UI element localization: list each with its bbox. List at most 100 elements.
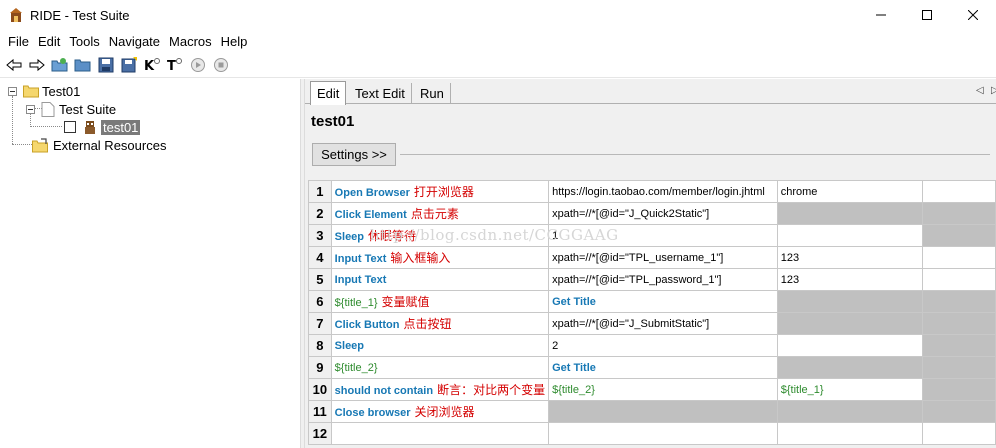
row-number[interactable]: 7 xyxy=(308,312,332,335)
grid-cell-argument[interactable] xyxy=(776,202,923,225)
grid-cell-argument[interactable]: chrome xyxy=(776,180,923,203)
tab-run[interactable]: Run xyxy=(414,83,451,104)
grid-cell-argument[interactable]: 1 xyxy=(548,224,778,247)
cell-text: https://login.taobao.com/member/login.jh… xyxy=(552,185,765,198)
grid-cell-keyword[interactable]: Sleep 休眠等待 xyxy=(330,224,550,247)
cell-text: ${title_2} xyxy=(552,383,595,396)
grid-cell-keyword[interactable]: should not contain 断言：对比两个变量 xyxy=(330,378,550,401)
table-row: 4 Input Text 输入框输入 xpath=//*[@id="TPL_usern… xyxy=(308,246,996,269)
grid-cell-argument[interactable] xyxy=(776,290,923,313)
search-tests-button[interactable]: T xyxy=(163,54,186,76)
cell-text: ${title_1} xyxy=(780,383,824,396)
grid-cell-keyword[interactable]: ${title_1} 变量赋值 xyxy=(330,290,550,313)
row-number[interactable]: 12 xyxy=(308,422,332,445)
grid-cell-argument[interactable] xyxy=(776,312,923,335)
row-number[interactable]: 3 xyxy=(308,224,332,247)
tree-item-suite[interactable]: Test Suite xyxy=(26,100,116,118)
grid-cell-keyword[interactable]: Sleep xyxy=(330,334,550,357)
grid-cell-argument[interactable] xyxy=(921,202,996,225)
tree-label-test: test01 xyxy=(101,119,141,135)
grid-cell-argument[interactable] xyxy=(776,422,923,445)
row-number[interactable]: 1 xyxy=(308,180,332,203)
grid-cell-keyword[interactable]: Click Element 点击元素 xyxy=(330,202,550,225)
row-number[interactable]: 5 xyxy=(308,268,332,291)
row-number[interactable]: 2 xyxy=(308,202,332,225)
back-button[interactable] xyxy=(2,54,25,76)
grid-cell-keyword[interactable]: ${title_2} xyxy=(330,356,550,379)
grid-cell-keyword[interactable] xyxy=(330,422,550,445)
row-number[interactable]: 6 xyxy=(308,290,332,313)
collapse-toggle[interactable] xyxy=(26,104,35,114)
grid-cell-keyword[interactable]: Input Text xyxy=(330,268,550,291)
grid-cell-argument[interactable] xyxy=(776,224,923,247)
search-keywords-button[interactable]: K xyxy=(140,54,163,76)
tab-scroll-left-icon[interactable]: ◁ xyxy=(976,85,984,96)
menu-macros[interactable]: Macros xyxy=(165,34,216,49)
open-directory-button[interactable] xyxy=(71,54,94,76)
grid-cell-argument[interactable] xyxy=(548,400,778,423)
save-button[interactable] xyxy=(94,54,117,76)
cell-text: xpath=//*[@id="J_Quick2Static"] xyxy=(552,207,710,220)
grid-cell-argument[interactable] xyxy=(921,268,996,291)
test-checkbox[interactable] xyxy=(64,121,76,133)
grid-cell-keyword[interactable]: Open Browser 打开浏览器 xyxy=(330,180,550,203)
row-number[interactable]: 10 xyxy=(308,378,332,401)
grid-cell-keyword[interactable]: Close browser 关闭浏览器 xyxy=(330,400,550,423)
grid-cell-argument[interactable]: Get Title xyxy=(548,290,778,313)
collapse-toggle[interactable] xyxy=(8,86,17,96)
grid-cell-keyword[interactable]: Click Button 点击按钮 xyxy=(330,312,550,335)
open-suite-button[interactable] xyxy=(48,54,71,76)
grid-cell-argument[interactable]: 123 xyxy=(776,246,923,269)
tree-item-test[interactable]: test01 xyxy=(64,118,141,136)
grid-cell-argument[interactable] xyxy=(921,290,996,313)
minimize-button[interactable] xyxy=(858,0,904,30)
close-button[interactable] xyxy=(950,0,996,30)
tab-text-edit[interactable]: Text Edit xyxy=(349,83,412,104)
grid-cell-argument[interactable]: ${title_2} xyxy=(548,378,778,401)
grid-cell-argument[interactable] xyxy=(921,312,996,335)
run-button[interactable] xyxy=(186,54,209,76)
stop-button[interactable] xyxy=(209,54,232,76)
tree-item-external-resources[interactable]: External Resources xyxy=(32,136,166,154)
menu-navigate[interactable]: Navigate xyxy=(105,34,164,49)
grid-cell-argument[interactable]: xpath=//*[@id="TPL_password_1"] xyxy=(548,268,778,291)
grid-cell-argument[interactable] xyxy=(921,334,996,357)
grid-cell-argument[interactable] xyxy=(921,224,996,247)
grid-cell-argument[interactable]: Get Title xyxy=(548,356,778,379)
tree-label-external: External Resources xyxy=(53,137,167,153)
grid-cell-argument[interactable]: ${title_1} xyxy=(776,378,923,401)
grid-cell-argument[interactable]: xpath=//*[@id="J_Quick2Static"] xyxy=(548,202,778,225)
grid-cell-argument[interactable]: 2 xyxy=(548,334,778,357)
row-number[interactable]: 9 xyxy=(308,356,332,379)
row-number[interactable]: 8 xyxy=(308,334,332,357)
grid-cell-argument[interactable] xyxy=(548,422,778,445)
menu-tools[interactable]: Tools xyxy=(65,34,103,49)
cell-text: Get Title xyxy=(552,295,596,308)
grid-cell-argument[interactable] xyxy=(921,378,996,401)
grid-cell-argument[interactable] xyxy=(921,400,996,423)
grid-cell-argument[interactable]: 123 xyxy=(776,268,923,291)
menu-edit[interactable]: Edit xyxy=(34,34,64,49)
tab-edit[interactable]: Edit xyxy=(310,81,347,105)
grid-cell-argument[interactable]: https://login.taobao.com/member/login.jh… xyxy=(548,180,778,203)
grid-cell-argument[interactable] xyxy=(921,356,996,379)
tree-item-project[interactable]: Test01 xyxy=(8,82,80,100)
grid-cell-argument[interactable] xyxy=(921,180,996,203)
forward-button[interactable] xyxy=(25,54,48,76)
settings-button[interactable]: Settings >> xyxy=(312,143,396,166)
row-number[interactable]: 4 xyxy=(308,246,332,269)
grid-cell-argument[interactable] xyxy=(776,334,923,357)
grid-cell-keyword[interactable]: Input Text 输入框输入 xyxy=(330,246,550,269)
grid-cell-argument[interactable] xyxy=(921,422,996,445)
save-all-button[interactable] xyxy=(117,54,140,76)
grid-cell-argument[interactable]: xpath=//*[@id="J_SubmitStatic"] xyxy=(548,312,778,335)
maximize-button[interactable] xyxy=(904,0,950,30)
grid-cell-argument[interactable]: xpath=//*[@id="TPL_username_1"] xyxy=(548,246,778,269)
row-number[interactable]: 11 xyxy=(308,400,332,423)
menu-help[interactable]: Help xyxy=(217,34,252,49)
grid-cell-argument[interactable] xyxy=(921,246,996,269)
grid-cell-argument[interactable] xyxy=(776,356,923,379)
tab-scroll-right-icon[interactable]: ▷ xyxy=(991,85,996,96)
grid-cell-argument[interactable] xyxy=(776,400,923,423)
menu-file[interactable]: File xyxy=(4,34,33,49)
